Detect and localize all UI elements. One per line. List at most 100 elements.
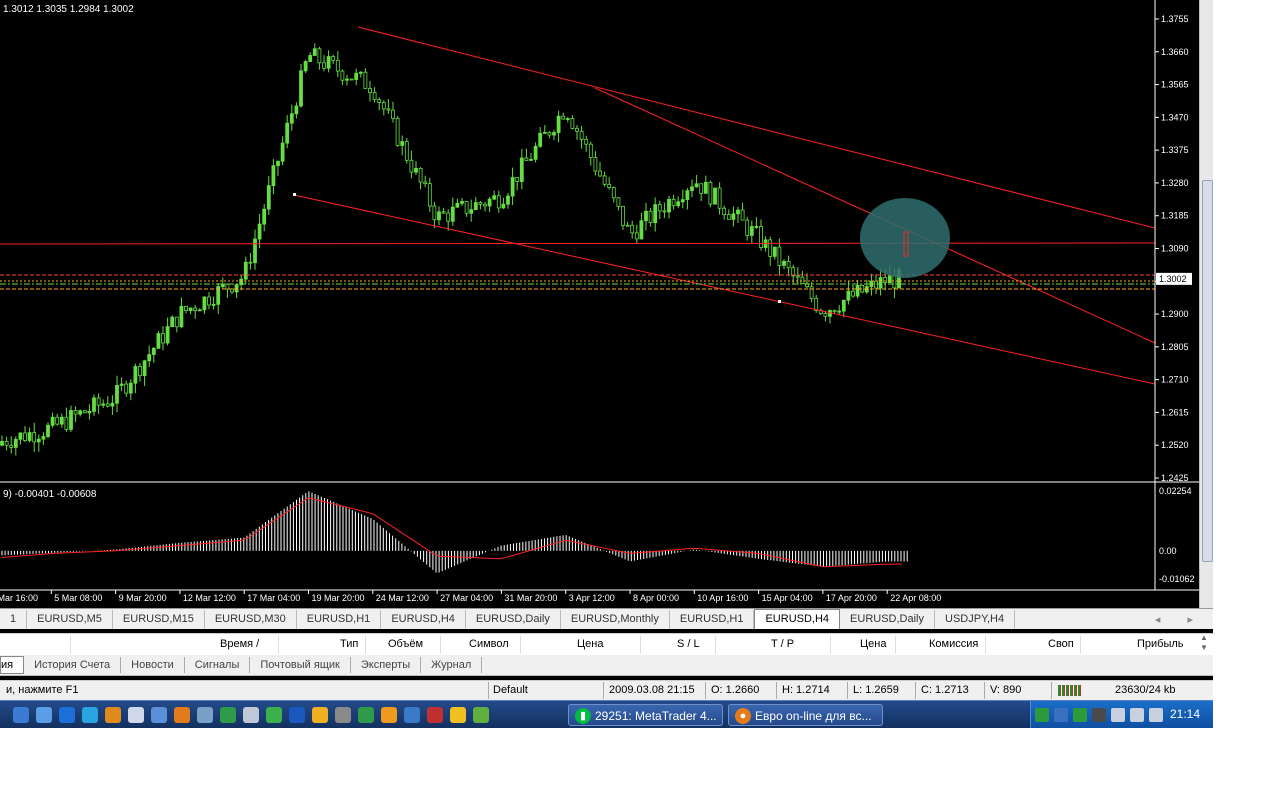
quick-launch-icon[interactable] <box>312 707 328 723</box>
candle-body <box>441 211 446 214</box>
quick-launch-icon[interactable] <box>381 707 397 723</box>
chart-tab[interactable]: 1 <box>0 609 28 629</box>
terminal-tab[interactable]: Журнал <box>421 657 483 673</box>
taskbar-browser[interactable]: ● Евро on-line для вс... <box>728 704 883 726</box>
macd-readout: 9) -0.00401 -0.00608 <box>3 489 97 500</box>
quick-launch-icon[interactable] <box>427 707 443 723</box>
terminal-tab[interactable]: Почтовый ящик <box>250 657 351 673</box>
tray-icon[interactable] <box>1149 708 1163 722</box>
chart-tab[interactable]: USDJPY,H4 <box>935 609 1016 629</box>
candle-body <box>289 113 294 124</box>
tray-icon[interactable] <box>1111 708 1125 722</box>
chart-tab[interactable]: EURUSD,Daily <box>840 609 936 629</box>
chart-tab[interactable]: EURUSD,H4 <box>754 609 841 629</box>
terminal-tab[interactable]: Сигналы <box>185 657 251 673</box>
chart-tab[interactable]: EURUSD,M5 <box>27 609 113 629</box>
quick-launch-icon[interactable] <box>450 707 466 723</box>
candle-body <box>703 181 708 194</box>
column-header[interactable]: Объём <box>388 638 423 650</box>
anchor-point <box>293 193 296 196</box>
price-chart[interactable]: 0.02254 0.00 -0.01062 1.3755 1.3660 1.3565 1.… <box>0 0 1199 608</box>
candle-body <box>193 307 198 312</box>
candle-body <box>0 440 4 446</box>
column-header[interactable]: Тип <box>340 638 358 650</box>
chart-tab[interactable]: EURUSD,H4 <box>381 609 466 629</box>
candle-body <box>515 177 520 182</box>
chart-tab[interactable]: EURUSD,H1 <box>670 609 755 629</box>
quick-launch-icon[interactable] <box>335 707 351 723</box>
candle-body <box>506 195 510 205</box>
quick-launch-icon[interactable] <box>473 707 489 723</box>
chart-tab[interactable]: EURUSD,Daily <box>466 609 561 629</box>
quick-launch-icon[interactable] <box>151 707 167 723</box>
terminal-tab-bar: ия История Счета Новости Сигналы Почтовый ящ… <box>0 655 1213 676</box>
candle-body <box>391 109 395 119</box>
chart-scrollbar[interactable] <box>1199 0 1213 608</box>
column-header[interactable]: Цена <box>577 638 603 650</box>
tray-icon[interactable] <box>1092 708 1106 722</box>
macd-tick-label: -0.01062 <box>1159 574 1195 584</box>
column-header[interactable]: Цена <box>860 638 886 650</box>
quick-launch-icon[interactable] <box>289 707 305 723</box>
quick-launch-icon[interactable] <box>36 707 52 723</box>
terminal-tab[interactable]: ия <box>0 656 25 674</box>
candle-body <box>501 203 506 209</box>
terminal-tab[interactable]: Новости <box>121 657 185 673</box>
quick-launch-icon[interactable] <box>59 707 75 723</box>
candle-body <box>266 185 271 210</box>
candle-body <box>414 167 418 173</box>
quick-launch-icon[interactable] <box>266 707 282 723</box>
candle-body <box>892 274 897 289</box>
candle-body <box>36 438 41 443</box>
tray-icon[interactable] <box>1073 708 1087 722</box>
chart-tab[interactable]: EURUSD,Monthly <box>561 609 670 629</box>
quick-launch-icon[interactable] <box>105 707 121 723</box>
candle-body <box>722 207 727 216</box>
candle-body <box>473 202 478 211</box>
column-header[interactable]: T / P <box>771 638 794 650</box>
candle-body <box>496 195 501 209</box>
quick-launch-icon[interactable] <box>220 707 236 723</box>
terminal-scroll-arrows[interactable]: ▲ ▼ <box>1197 633 1211 655</box>
column-header[interactable]: Прибыль <box>1137 638 1184 650</box>
tray-icon[interactable] <box>1035 708 1049 722</box>
chart-tab[interactable]: EURUSD,M15 <box>113 609 205 629</box>
tab-scroll-arrows[interactable]: ◂ ▸ <box>1155 613 1213 626</box>
candle-body <box>197 309 202 312</box>
candle-body <box>105 403 110 407</box>
tray-icon[interactable] <box>1054 708 1068 722</box>
candle-body <box>593 157 598 172</box>
tray-icon[interactable] <box>1130 708 1144 722</box>
chart-tab[interactable]: EURUSD,H1 <box>297 609 382 629</box>
column-header[interactable]: Символ <box>469 638 509 650</box>
candle-body <box>400 141 405 146</box>
terminal-tab[interactable]: Эксперты <box>351 657 422 673</box>
candle-body <box>786 260 791 269</box>
candle-body <box>667 198 671 213</box>
candle-body <box>648 210 653 224</box>
candle-body <box>9 444 14 448</box>
candle-body <box>492 195 497 200</box>
status-help: и, нажмите F1 <box>6 684 79 696</box>
column-header[interactable]: Время / <box>220 638 259 650</box>
candle-body <box>331 56 336 61</box>
scroll-thumb[interactable] <box>1202 180 1213 562</box>
column-header[interactable]: Комиссия <box>929 638 978 650</box>
quick-launch-icon[interactable] <box>197 707 213 723</box>
chart-tab[interactable]: EURUSD,M30 <box>205 609 297 629</box>
candle-body <box>883 277 888 284</box>
candle-body <box>483 203 487 207</box>
candle-body <box>110 402 115 407</box>
quick-launch-icon[interactable] <box>82 707 98 723</box>
quick-launch-icon[interactable] <box>174 707 190 723</box>
quick-launch-icon[interactable] <box>404 707 420 723</box>
terminal-tab[interactable]: История Счета <box>24 657 122 673</box>
quick-launch-icon[interactable] <box>358 707 374 723</box>
quick-launch-icon[interactable] <box>128 707 144 723</box>
column-header[interactable]: Своп <box>1048 638 1074 650</box>
quick-launch-icon[interactable] <box>13 707 29 723</box>
taskbar-metatrader[interactable]: ▮ 29251: MetaTrader 4... <box>568 704 723 726</box>
quick-launch-icon[interactable] <box>243 707 259 723</box>
connection-bars-icon <box>1058 685 1082 696</box>
column-header[interactable]: S / L <box>677 638 700 650</box>
